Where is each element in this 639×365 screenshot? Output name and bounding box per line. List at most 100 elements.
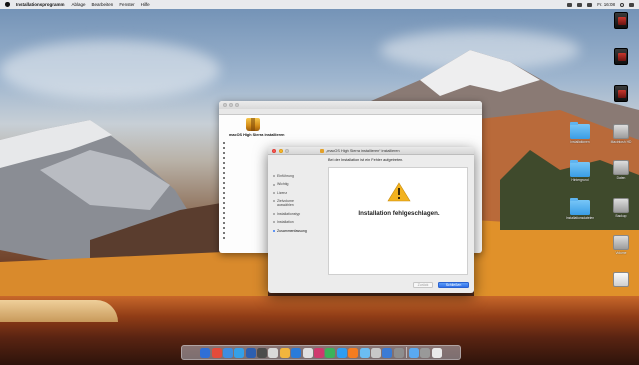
dock-app-icon[interactable] — [268, 347, 279, 358]
dialog-zoom-button[interactable] — [285, 148, 289, 153]
step-bullet-icon — [273, 200, 275, 203]
step-label: Zielvolume auswählen — [277, 199, 294, 208]
hard-drive-icon — [613, 198, 629, 213]
spotlight-search-icon[interactable] — [620, 2, 624, 7]
dock-app-icon[interactable] — [409, 347, 420, 358]
step-label: Zusammenfassung — [277, 228, 307, 233]
dock-app-icon[interactable] — [302, 347, 313, 358]
battery-icon[interactable] — [587, 2, 593, 7]
step-label: Installation — [277, 220, 294, 225]
sidebar-item[interactable] — [223, 212, 225, 214]
sidebar-item[interactable] — [223, 162, 225, 164]
dock-app-icon[interactable] — [371, 347, 381, 358]
menu-bearbeiten[interactable]: Bearbeiten — [92, 2, 114, 7]
sidebar-item[interactable] — [223, 182, 225, 184]
sidebar-item[interactable] — [223, 227, 225, 229]
dock-app-icon[interactable] — [431, 347, 442, 358]
sidebar-item[interactable] — [223, 167, 225, 169]
menu-fenster[interactable]: Fenster — [119, 2, 134, 7]
dock-app-icon[interactable] — [359, 347, 370, 358]
dialog-close-button[interactable] — [272, 148, 276, 153]
sidebar-item[interactable] — [223, 232, 225, 234]
notification-center-icon[interactable] — [629, 2, 634, 7]
dialog-minimize-button[interactable] — [278, 148, 283, 153]
installer-title: „macOS High Sierra installieren“ install… — [320, 148, 400, 153]
sidebar-item[interactable] — [223, 172, 225, 174]
desktop-drive-2[interactable]: Daten — [603, 160, 639, 180]
desktop-icon-label: Daten — [616, 175, 626, 180]
desktop-drive-1[interactable]: Macintosh HD — [603, 124, 639, 144]
desktop-icon-label: Installationen — [570, 139, 590, 144]
sidebar-item[interactable] — [223, 202, 225, 204]
menu-clock[interactable]: Fr. 16:08 — [597, 2, 615, 7]
volume-icon[interactable] — [577, 2, 583, 7]
menu-bar: Installationsprogramm Ablage Bearbeiten … — [0, 0, 639, 9]
desktop-disk-image-3[interactable] — [603, 85, 639, 102]
dock-app-icon[interactable] — [325, 347, 336, 358]
desktop-drive-3[interactable]: Backup — [603, 198, 639, 218]
dock-app-icon[interactable] — [348, 347, 359, 358]
close-button[interactable]: Schließen — [438, 282, 469, 288]
dock-app-icon[interactable] — [234, 347, 245, 358]
installer-steps: Einführung Wichtig Lizenz Zielvolume aus… — [273, 174, 307, 233]
sidebar-item[interactable] — [223, 142, 225, 144]
desktop-drive-5[interactable] — [603, 272, 639, 287]
dock-app-icon[interactable] — [257, 347, 268, 358]
installer-package-icon[interactable] — [246, 118, 260, 131]
sidebar-item[interactable] — [223, 147, 225, 149]
wifi-icon[interactable] — [567, 2, 573, 7]
desktop-icon-label: Volume — [615, 250, 627, 255]
dock-app-icon[interactable] — [291, 347, 302, 358]
menu-app-name[interactable]: Installationsprogramm — [16, 2, 65, 7]
sidebar-item[interactable] — [223, 152, 225, 154]
dock-app-icon[interactable] — [245, 347, 256, 358]
dock-app-icon[interactable] — [382, 347, 393, 358]
step-zusammenfassung: Zusammenfassung — [273, 229, 307, 233]
dock-app-icon[interactable] — [314, 347, 325, 358]
menu-hilfe[interactable]: Hilfe — [141, 2, 150, 7]
sidebar-item[interactable] — [223, 207, 225, 209]
installer-title-text: „macOS High Sierra installieren“ install… — [326, 148, 400, 153]
step-bullet-icon — [273, 221, 275, 224]
desktop-icon-label: Installationsdateien — [565, 215, 595, 220]
dock-app-icon[interactable] — [211, 347, 222, 358]
dock-app-icon[interactable] — [393, 347, 404, 358]
installer-package-label[interactable]: macOS High Sierra installieren — [229, 133, 285, 137]
desktop-drive-4[interactable]: Volume — [603, 235, 639, 255]
desktop-folder-1[interactable]: Installationen — [562, 122, 598, 144]
sidebar-item[interactable] — [223, 217, 225, 219]
desktop-disk-image-1[interactable] — [603, 12, 639, 29]
dock-app-icon[interactable] — [279, 347, 290, 358]
finder-titlebar[interactable] — [219, 101, 482, 109]
desktop-folder-3[interactable]: Installationsdateien — [562, 198, 598, 220]
sidebar-item[interactable] — [223, 157, 225, 159]
sidebar-item[interactable] — [223, 177, 225, 179]
sidebar-item[interactable] — [223, 187, 225, 189]
installer-dialog: „macOS High Sierra installieren“ install… — [268, 147, 474, 293]
desktop-folder-2[interactable]: Hintergrund — [562, 160, 598, 182]
window-zoom-button[interactable] — [235, 103, 239, 107]
window-close-button[interactable] — [223, 103, 227, 107]
dock-app-icon[interactable] — [336, 347, 347, 358]
step-bullet-icon — [273, 183, 275, 186]
package-icon — [320, 148, 324, 153]
installer-titlebar[interactable]: „macOS High Sierra installieren“ install… — [268, 147, 474, 155]
apple-menu-icon[interactable] — [5, 2, 10, 7]
dock-app-icon[interactable] — [200, 347, 211, 358]
hard-drive-icon — [613, 124, 629, 139]
sidebar-item[interactable] — [223, 222, 225, 224]
desktop-disk-image-2[interactable] — [603, 48, 639, 65]
dock-app-icon[interactable] — [222, 347, 233, 358]
window-minimize-button[interactable] — [229, 103, 233, 107]
sidebar-item[interactable] — [223, 192, 225, 194]
dock-app-icon[interactable] — [420, 347, 431, 358]
back-button[interactable]: Zurück — [413, 282, 433, 288]
disk-image-icon — [614, 12, 628, 29]
step-label: Installationstyp — [277, 211, 301, 216]
menu-bar-status-area: Fr. 16:08 — [567, 2, 634, 7]
desktop-icon-label: Backup — [615, 213, 627, 218]
menu-ablage[interactable]: Ablage — [72, 2, 86, 7]
installer-content-pane: Installation fehlgeschlagen. — [328, 167, 468, 275]
sidebar-item[interactable] — [223, 197, 225, 199]
sidebar-item[interactable] — [223, 237, 225, 239]
